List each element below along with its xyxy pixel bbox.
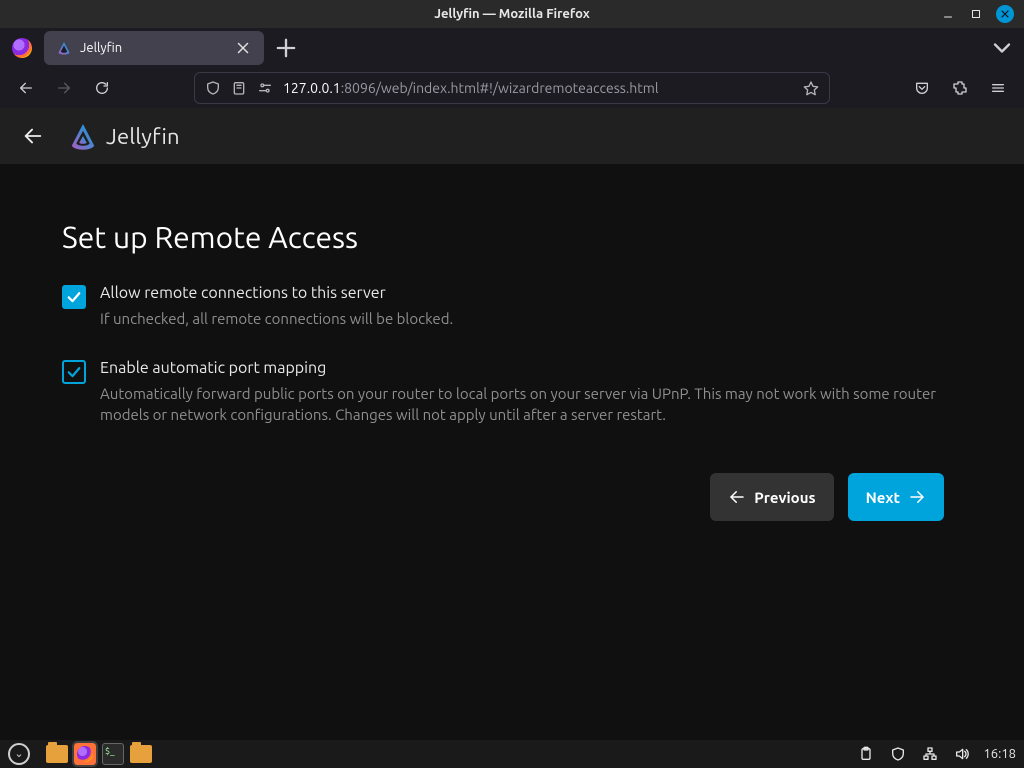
page-back-button[interactable] [16, 119, 50, 153]
allow-remote-help: If unchecked, all remote connections wil… [100, 308, 453, 329]
check-icon [65, 363, 83, 381]
page-title: Set up Remote Access [62, 220, 950, 254]
url-bar[interactable]: 127.0.0.1:8096/web/index.html#!/wizardre… [194, 72, 830, 104]
window-title: Jellyfin — Mozilla Firefox [434, 7, 590, 21]
allow-remote-text: Allow remote connections to this server … [100, 284, 453, 329]
pocket-icon[interactable] [906, 72, 938, 104]
allow-remote-checkbox[interactable] [62, 285, 86, 309]
next-button[interactable]: Next [848, 473, 944, 521]
tray-volume-icon[interactable] [951, 743, 973, 765]
next-button-label: Next [866, 489, 900, 506]
tab-active[interactable]: Jellyfin [44, 31, 264, 65]
window-controls [940, 0, 1024, 28]
window-close-button[interactable] [996, 5, 1014, 23]
toolbar-right [906, 72, 1014, 104]
tab-title: Jellyfin [80, 41, 226, 55]
os-titlebar: Jellyfin — Mozilla Firefox [0, 0, 1024, 28]
url-text[interactable]: 127.0.0.1:8096/web/index.html#!/wizardre… [283, 80, 793, 96]
tray-clipboard-icon[interactable] [855, 743, 877, 765]
new-tab-button[interactable] [272, 34, 300, 62]
wizard-content: Set up Remote Access Allow remote connec… [62, 164, 962, 521]
start-menu-button[interactable]: ⌄ [8, 743, 30, 765]
page: Jellyfin Set up Remote Access Allow remo… [0, 108, 1024, 740]
taskbar-right: 16:18 [855, 743, 1016, 765]
brand-name: Jellyfin [106, 124, 180, 149]
taskbar-left: ⌄ $_ [8, 743, 152, 765]
bookmark-star-icon[interactable] [803, 80, 819, 96]
taskbar-terminal-icon[interactable]: $_ [102, 743, 124, 765]
window-maximize-button[interactable] [968, 6, 984, 22]
nav-back-button[interactable] [10, 72, 42, 104]
page-header: Jellyfin [0, 108, 1024, 164]
window-minimize-button[interactable] [940, 6, 956, 22]
upnp-label[interactable]: Enable automatic port mapping [100, 359, 950, 377]
taskbar-files-icon[interactable] [46, 743, 68, 765]
taskbar-clock[interactable]: 16:18 [983, 747, 1016, 761]
tab-close-button[interactable] [234, 39, 252, 57]
nav-toolbar: 127.0.0.1:8096/web/index.html#!/wizardre… [0, 68, 1024, 108]
os-taskbar: ⌄ $_ 16:18 [0, 740, 1024, 768]
browser-chrome: Jellyfin [0, 28, 1024, 108]
url-host: 127.0.0.1 [283, 80, 341, 96]
firefox-app-icon[interactable] [8, 34, 36, 62]
tray-network-icon[interactable] [919, 743, 941, 765]
previous-button[interactable]: Previous [710, 473, 833, 521]
nav-reload-button[interactable] [86, 72, 118, 104]
shield-icon[interactable] [205, 80, 221, 96]
taskbar-folder-icon[interactable] [130, 743, 152, 765]
jellyfin-logo-icon [68, 121, 98, 151]
arrow-right-icon [908, 488, 926, 506]
extensions-icon[interactable] [944, 72, 976, 104]
jellyfin-favicon-icon [56, 40, 72, 56]
upnp-checkbox[interactable] [62, 360, 86, 384]
previous-button-label: Previous [754, 489, 815, 506]
tab-strip: Jellyfin [0, 28, 1024, 68]
tray-shield-icon[interactable] [887, 743, 909, 765]
nav-forward-button[interactable] [48, 72, 80, 104]
upnp-help: Automatically forward public ports on yo… [100, 383, 950, 425]
url-path: :8096/web/index.html#!/wizardremoteacces… [341, 80, 659, 96]
app-menu-button[interactable] [982, 72, 1014, 104]
check-icon [65, 288, 83, 306]
arrow-left-icon [728, 488, 746, 506]
wizard-buttons: Previous Next [62, 473, 950, 521]
upnp-text: Enable automatic port mapping Automatica… [100, 359, 950, 425]
permissions-icon[interactable] [257, 80, 273, 96]
site-info-icon[interactable] [231, 80, 247, 96]
brand[interactable]: Jellyfin [68, 121, 180, 151]
upnp-field: Enable automatic port mapping Automatica… [62, 359, 950, 425]
allow-remote-field: Allow remote connections to this server … [62, 284, 950, 329]
url-bar-wrap: 127.0.0.1:8096/web/index.html#!/wizardre… [124, 72, 900, 104]
taskbar-firefox-icon[interactable] [74, 743, 96, 765]
tabs-dropdown-button[interactable] [988, 34, 1016, 62]
allow-remote-label[interactable]: Allow remote connections to this server [100, 284, 453, 302]
